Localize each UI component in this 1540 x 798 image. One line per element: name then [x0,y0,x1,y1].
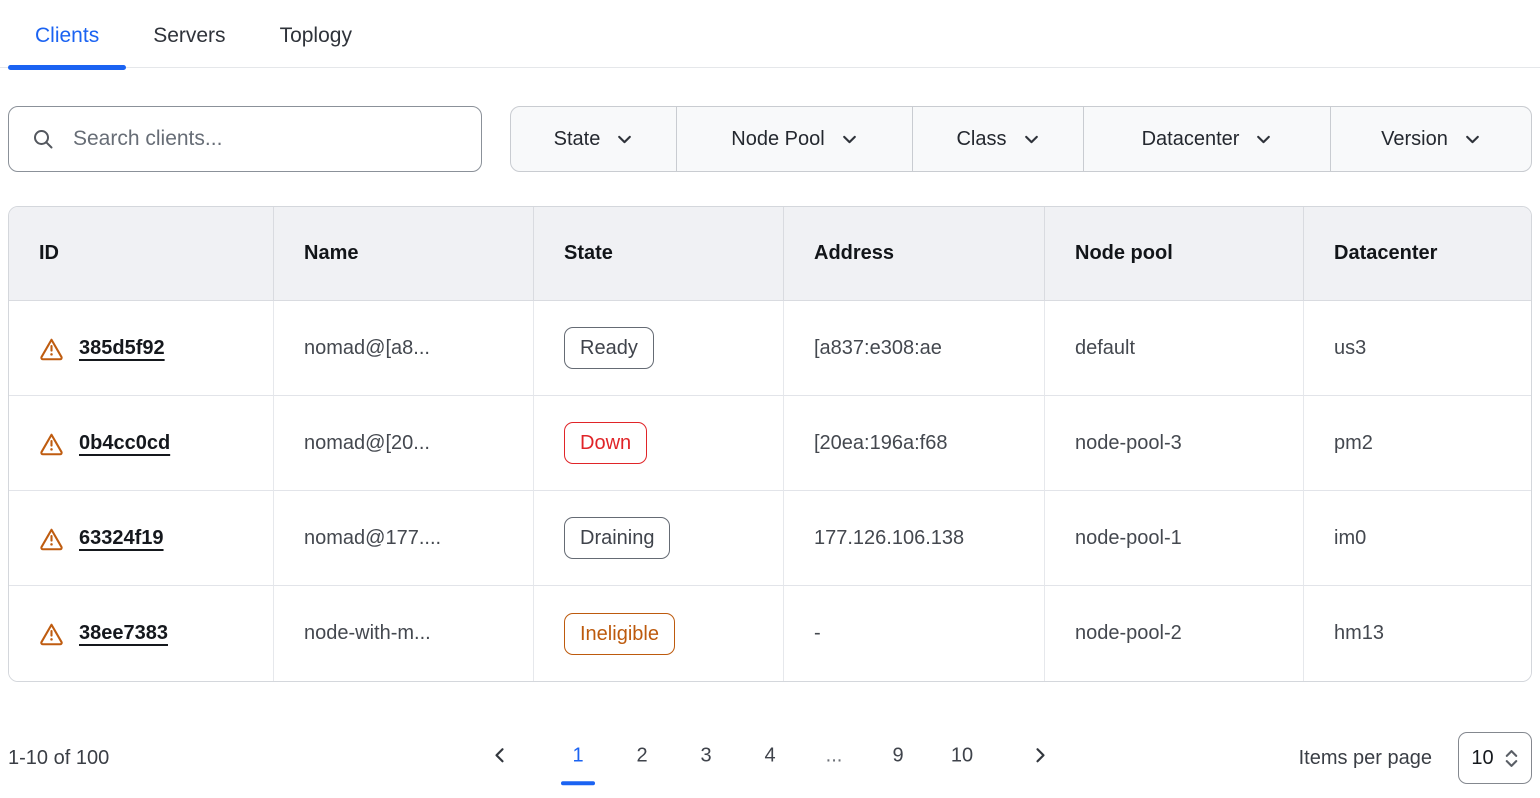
filter-datacenter-label: Datacenter [1142,128,1240,151]
column-header-name: Name [274,207,534,301]
column-header-datacenter: Datacenter [1304,207,1531,301]
next-page-button[interactable] [1023,738,1057,772]
datacenter-cell: pm2 [1304,396,1531,491]
filter-node-pool-label: Node Pool [731,128,824,151]
datacenter-cell: hm13 [1304,586,1531,681]
chevron-down-icon [616,131,633,148]
chevron-down-icon [1255,131,1272,148]
name-cell: nomad@[a8... [274,301,534,396]
address-cell: [a837:e308:ae [784,301,1045,396]
datacenter-cell: us3 [1304,301,1531,396]
page-button-4[interactable]: 4 [753,740,787,771]
items-per-page: Items per page 10 [1299,732,1532,784]
node-pool-cell: default [1045,301,1304,396]
filter-node-pool-button[interactable]: Node Pool [677,107,913,171]
warning-icon [39,336,64,361]
node-pool-cell: node-pool-2 [1045,586,1304,681]
tab-topology[interactable]: Toplogy [253,0,379,67]
node-pool-cell: node-pool-1 [1045,491,1304,586]
table-row[interactable]: 0b4cc0cd nomad@[20... Down [20ea:196a:f6… [9,396,1531,491]
chevron-down-icon [841,131,858,148]
id-cell: 0b4cc0cd [9,396,274,491]
chevron-left-icon [490,745,510,765]
state-cell: Draining [534,491,784,586]
name-cell: nomad@[20... [274,396,534,491]
warning-icon [39,431,64,456]
tab-clients[interactable]: Clients [8,0,126,67]
client-id-link[interactable]: 385d5f92 [79,337,165,360]
filter-datacenter-button[interactable]: Datacenter [1084,107,1331,171]
address-cell: 177.126.106.138 [784,491,1045,586]
id-cell: 385d5f92 [9,301,274,396]
column-header-node-pool: Node pool [1045,207,1304,301]
state-cell: Ineligible [534,586,784,681]
search-input[interactable] [71,126,459,152]
column-header-id: ID [9,207,274,301]
state-cell: Down [534,396,784,491]
filter-group: State Node Pool Class Datacenter Version [510,106,1532,172]
pagination-footer: 1-10 of 100 1 2 3 4 ... 9 10 Items per p… [8,722,1532,794]
items-per-page-label: Items per page [1299,747,1432,770]
state-cell: Ready [534,301,784,396]
filter-state-button[interactable]: State [511,107,677,171]
chevron-down-icon [1023,131,1040,148]
table-row[interactable]: 63324f19 nomad@177.... Draining 177.126.… [9,491,1531,586]
chevron-down-icon [1464,131,1481,148]
chevron-right-icon [1030,745,1050,765]
warning-icon [39,621,64,646]
filter-version-button[interactable]: Version [1331,107,1531,171]
range-label: 1-10 of 100 [8,747,109,770]
column-header-state: State [534,207,784,301]
search-box [8,106,482,172]
items-per-page-select[interactable]: 10 [1458,732,1532,784]
page-button-9[interactable]: 9 [881,740,915,771]
client-id-link[interactable]: 63324f19 [79,527,164,550]
table-header-row: ID Name State Address Node pool Datacent… [9,207,1531,301]
pagination: 1 2 3 4 ... 9 10 [483,738,1057,772]
page-button-2[interactable]: 2 [625,740,659,771]
items-per-page-value: 10 [1471,747,1493,770]
page-button-10[interactable]: 10 [945,740,979,771]
page-button-3[interactable]: 3 [689,740,723,771]
table-row[interactable]: 38ee7383 node-with-m... Ineligible - nod… [9,586,1531,681]
column-header-address: Address [784,207,1045,301]
state-badge: Ready [564,327,654,369]
filter-class-label: Class [956,128,1006,151]
toolbar: State Node Pool Class Datacenter Version [8,106,1532,172]
warning-icon [39,526,64,551]
tab-servers[interactable]: Servers [126,0,252,67]
pagination-ellipsis: ... [817,744,851,767]
filter-class-button[interactable]: Class [913,107,1084,171]
client-id-link[interactable]: 38ee7383 [79,622,168,645]
up-down-stepper-icon [1504,748,1519,769]
search-icon [31,127,55,151]
address-cell: [20ea:196a:f68 [784,396,1045,491]
table-row[interactable]: 385d5f92 nomad@[a8... Ready [a837:e308:a… [9,301,1531,396]
id-cell: 63324f19 [9,491,274,586]
prev-page-button[interactable] [483,738,517,772]
state-badge: Down [564,422,647,464]
node-pool-cell: node-pool-3 [1045,396,1304,491]
id-cell: 38ee7383 [9,586,274,681]
tabs-bar: Clients Servers Toplogy [0,0,1540,68]
filter-version-label: Version [1381,128,1448,151]
datacenter-cell: im0 [1304,491,1531,586]
client-id-link[interactable]: 0b4cc0cd [79,432,170,455]
filter-state-label: State [554,128,601,151]
name-cell: nomad@177.... [274,491,534,586]
address-cell: - [784,586,1045,681]
clients-table: ID Name State Address Node pool Datacent… [8,206,1532,682]
page-button-1[interactable]: 1 [561,740,595,771]
state-badge: Ineligible [564,613,675,655]
state-badge: Draining [564,517,670,559]
name-cell: node-with-m... [274,586,534,681]
